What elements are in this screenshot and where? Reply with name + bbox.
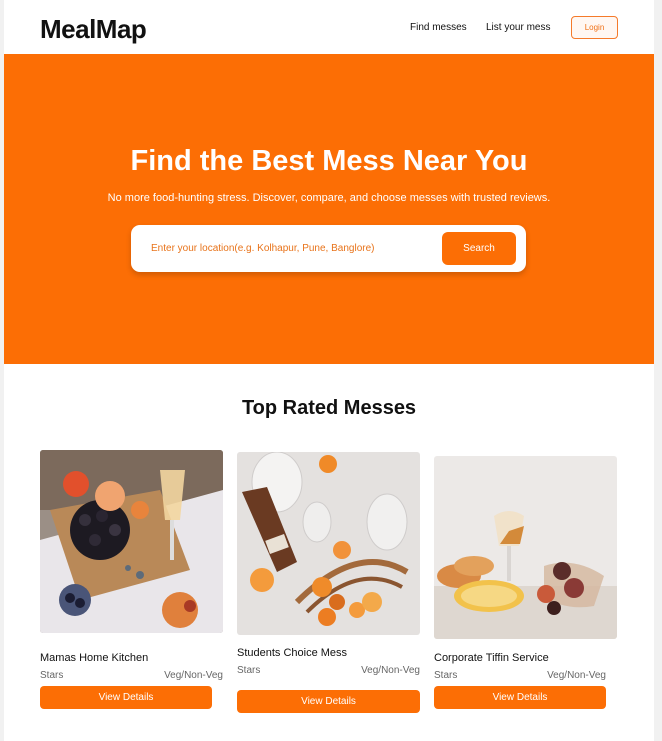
food-photo [237, 452, 420, 635]
search-button[interactable]: Search [442, 232, 516, 265]
view-details-button[interactable]: View Details [40, 686, 212, 709]
hero-subtitle: No more food-hunting stress. Discover, c… [107, 192, 551, 204]
mess-rating: Stars [40, 670, 64, 681]
location-search-input[interactable] [151, 237, 436, 259]
food-photo [40, 450, 223, 633]
header: MealMap Find messes List your mess Login [4, 0, 654, 54]
mess-rating: Stars [434, 670, 458, 681]
search-bar: Search [131, 225, 526, 272]
hero-banner: Find the Best Mess Near You No more food… [4, 54, 654, 364]
nav-list-your-mess[interactable]: List your mess [486, 22, 550, 33]
page: MealMap Find messes List your mess Login… [4, 0, 654, 741]
section-title: Top Rated Messes [241, 397, 417, 419]
mess-name: Students Choice Mess [237, 647, 348, 659]
mess-food-type: Veg/Non-Veg [547, 670, 606, 681]
food-photo [434, 456, 617, 639]
nav-find-messes[interactable]: Find messes [410, 22, 467, 33]
logo[interactable]: MealMap [40, 14, 147, 45]
hero-title: Find the Best Mess Near You [130, 145, 528, 177]
view-details-button[interactable]: View Details [237, 690, 420, 713]
mess-name: Mamas Home Kitchen [40, 652, 149, 664]
mess-rating: Stars [237, 665, 261, 676]
view-details-button[interactable]: View Details [434, 686, 606, 709]
mess-name: Corporate Tiffin Service [434, 652, 549, 664]
login-button[interactable]: Login [571, 16, 618, 39]
mess-food-type: Veg/Non-Veg [164, 670, 223, 681]
mess-food-type: Veg/Non-Veg [361, 665, 420, 676]
